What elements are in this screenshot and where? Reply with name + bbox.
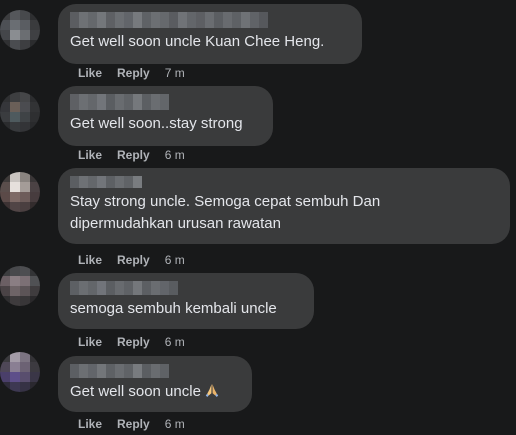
reply-button[interactable]: Reply	[117, 148, 150, 162]
timestamp[interactable]: 6 m	[165, 148, 185, 162]
author-name-redacted[interactable]	[70, 94, 261, 110]
comment-text: Get well soon uncle	[70, 381, 240, 403]
comment-thread: Get well soon uncle Kuan Chee Heng. Like…	[0, 0, 516, 435]
author-name-redacted[interactable]	[70, 176, 498, 188]
avatar[interactable]	[0, 10, 40, 50]
author-name-redacted[interactable]	[70, 364, 240, 378]
comment-text: Stay strong uncle. Semoga cepat sembuh D…	[70, 193, 381, 232]
avatar[interactable]	[0, 266, 40, 306]
comment-text-content: Get well soon uncle	[70, 383, 201, 400]
timestamp[interactable]: 7 m	[165, 66, 185, 80]
avatar[interactable]	[0, 352, 40, 392]
comment-bubble: Get well soon uncle	[58, 356, 252, 412]
avatar[interactable]	[0, 92, 40, 132]
timestamp[interactable]: 6 m	[165, 417, 185, 431]
comment-actions: Like Reply 7 m	[78, 66, 185, 80]
like-button[interactable]: Like	[78, 66, 102, 80]
reply-button[interactable]: Reply	[117, 335, 150, 349]
comment-actions: Like Reply 6 m	[78, 253, 185, 267]
author-name-redacted[interactable]	[70, 12, 350, 28]
like-button[interactable]: Like	[78, 253, 102, 267]
like-button[interactable]: Like	[78, 417, 102, 431]
timestamp[interactable]: 6 m	[165, 335, 185, 349]
comment-text: Get well soon..stay strong	[70, 115, 243, 132]
timestamp[interactable]: 6 m	[165, 253, 185, 267]
reply-button[interactable]: Reply	[117, 417, 150, 431]
reply-button[interactable]: Reply	[117, 66, 150, 80]
comment-actions: Like Reply 6 m	[78, 417, 185, 431]
comment-actions: Like Reply 6 m	[78, 335, 185, 349]
reply-button[interactable]: Reply	[117, 253, 150, 267]
avatar[interactable]	[0, 172, 40, 212]
comment-bubble: Get well soon uncle Kuan Chee Heng.	[58, 4, 362, 64]
comment-text: Get well soon uncle Kuan Chee Heng.	[70, 33, 325, 50]
author-name-redacted[interactable]	[70, 281, 302, 295]
comment-bubble: Stay strong uncle. Semoga cepat sembuh D…	[58, 168, 510, 244]
comment-bubble: semoga sembuh kembali uncle	[58, 273, 314, 329]
comment-actions: Like Reply 6 m	[78, 148, 185, 162]
comment-bubble: Get well soon..stay strong	[58, 86, 273, 146]
like-button[interactable]: Like	[78, 148, 102, 162]
comment-text: semoga sembuh kembali uncle	[70, 300, 277, 317]
like-button[interactable]: Like	[78, 335, 102, 349]
folded-hands-emoji	[205, 384, 219, 397]
